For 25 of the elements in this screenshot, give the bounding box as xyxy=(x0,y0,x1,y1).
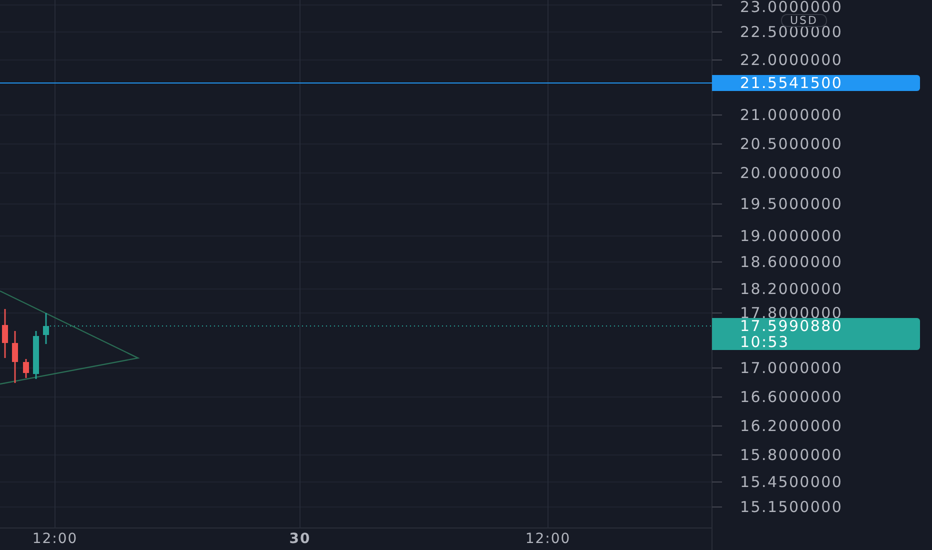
time-label: 12:00 xyxy=(32,531,78,547)
price-label: 22.5000000 xyxy=(740,26,843,39)
price-label: 15.8000000 xyxy=(740,449,843,462)
price-label: 18.2000000 xyxy=(740,283,843,296)
price-value: 21.5541500 xyxy=(740,75,844,91)
price-label: 16.2000000 xyxy=(740,420,843,433)
time-label: 30 xyxy=(289,531,311,547)
price-label: 21.0000000 xyxy=(740,109,843,122)
countdown-timer: 10:53 xyxy=(740,334,790,350)
currency-badge[interactable]: USD xyxy=(781,14,828,27)
price-label: 18.6000000 xyxy=(740,256,843,269)
price-label: 22.0000000 xyxy=(740,54,843,67)
triangle-pattern-drawing[interactable] xyxy=(0,290,140,385)
price-label: 15.4500000 xyxy=(740,476,843,489)
price-label: 19.5000000 xyxy=(740,198,843,211)
price-label: 23.0000000 xyxy=(740,1,843,14)
price-label: 16.6000000 xyxy=(740,391,843,404)
price-label: 20.5000000 xyxy=(740,138,843,151)
price-label: 20.0000000 xyxy=(740,167,843,180)
price-label: 19.0000000 xyxy=(740,230,843,243)
price-label: 17.8000000 xyxy=(740,307,843,320)
price-value: 17.5990880 xyxy=(740,318,844,334)
price-label: 17.0000000 xyxy=(740,362,843,375)
price-label: 15.1500000 xyxy=(740,501,843,514)
time-label: 12:00 xyxy=(525,531,571,547)
